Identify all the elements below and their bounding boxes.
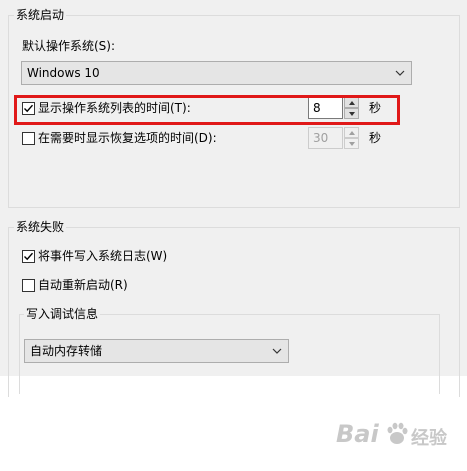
auto-restart-label: 自动重新启动(R) (38, 278, 128, 292)
highlight-frame (14, 95, 400, 125)
debug-info-title: 写入调试信息 (24, 307, 101, 321)
show-recovery-label: 在需要时显示恢复选项的时间(D): (38, 131, 217, 145)
default-os-label: 默认操作系统(S): (22, 39, 116, 53)
show-recovery-checkbox[interactable] (22, 132, 35, 145)
default-os-combobox[interactable]: Windows 10 (21, 61, 412, 85)
system-startup-title: 系统启动 (14, 8, 67, 22)
show-recovery-spinner (344, 127, 359, 149)
write-event-log-label: 将事件写入系统日志(W) (38, 249, 168, 263)
watermark-brand: Bai (336, 420, 379, 448)
dump-type-combobox[interactable]: 自动内存转储 (24, 339, 289, 363)
watermark-suffix: 经验 (411, 428, 447, 449)
baidu-watermark: Bai 经验 (336, 418, 460, 458)
caret-up-icon (349, 131, 355, 135)
spin-down-button-disabled (344, 138, 359, 149)
system-failure-title: 系统失败 (14, 220, 67, 234)
dump-type-value: 自动内存转储 (30, 344, 103, 358)
show-recovery-seconds-value: 30 (313, 131, 329, 145)
write-event-log-checkbox[interactable] (22, 250, 35, 263)
chevron-down-icon (393, 62, 407, 84)
chevron-down-icon (270, 340, 284, 362)
startup-recovery-dialog: 系统启动 默认操作系统(S): Windows 10 显示操作系统列表的时间(T… (0, 0, 467, 397)
auto-restart-checkbox[interactable] (22, 279, 35, 292)
show-recovery-seconds-input: 30 (308, 127, 343, 149)
caret-down-icon (349, 142, 355, 146)
paw-icon (387, 422, 408, 444)
show-recovery-unit: 秒 (369, 131, 382, 145)
default-os-value: Windows 10 (27, 66, 100, 80)
spin-up-button-disabled (344, 127, 359, 138)
